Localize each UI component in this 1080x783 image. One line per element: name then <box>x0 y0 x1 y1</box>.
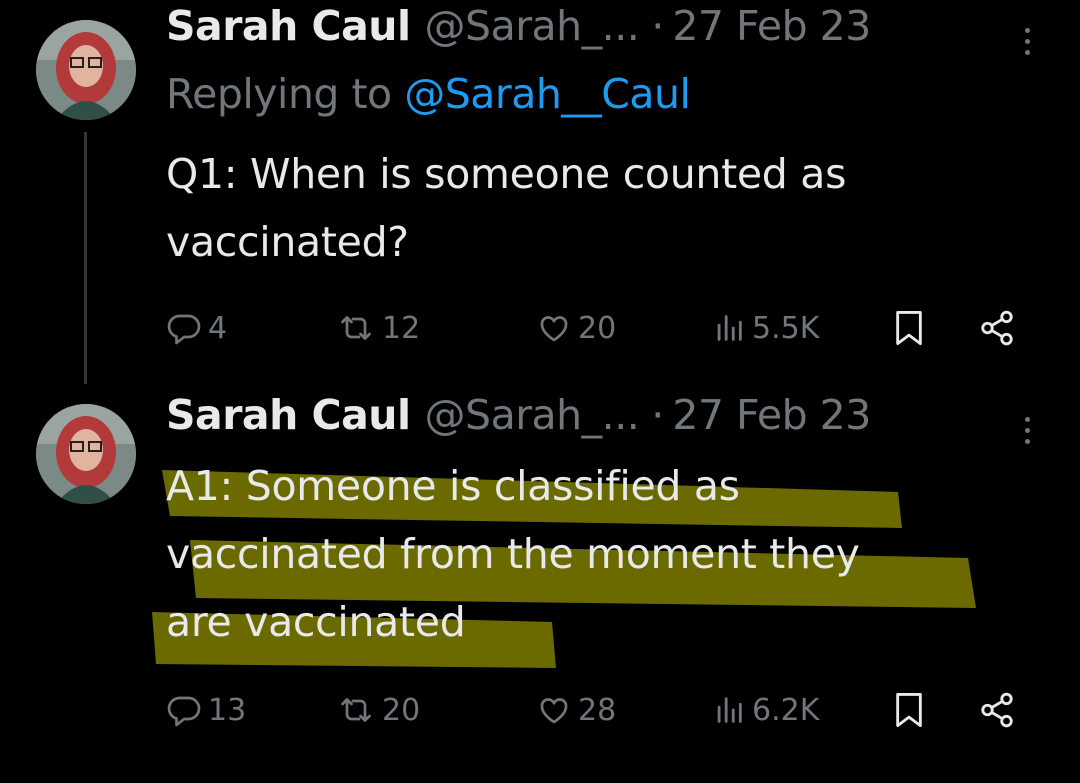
thread-connector-line <box>84 132 87 384</box>
like-button[interactable]: 28 <box>536 688 616 732</box>
tweet-date[interactable]: 27 Feb 23 <box>672 2 871 50</box>
like-count: 20 <box>578 310 617 346</box>
tweet-text: A1: Someone is classified as vaccinated … <box>166 452 1016 656</box>
retweet-button[interactable]: 12 <box>336 306 420 350</box>
author-handle[interactable]: @Sarah_... <box>425 391 640 439</box>
reply-icon <box>167 314 201 345</box>
reply-count: 4 <box>208 310 228 346</box>
share-icon <box>981 310 1013 346</box>
views-count: 5.5K <box>752 310 820 346</box>
retweet-icon <box>341 698 371 722</box>
bookmark-icon <box>896 311 922 346</box>
replying-mention-link[interactable]: @Sarah__Caul <box>404 70 691 118</box>
reply-button[interactable]: 13 <box>166 688 246 732</box>
reply-count: 13 <box>208 692 247 728</box>
views-button[interactable]: 5.5K <box>712 306 819 350</box>
retweet-icon <box>341 316 371 340</box>
tweet-actions: 13 20 28 6.2K <box>166 688 1046 732</box>
author-name[interactable]: Sarah Caul <box>166 2 411 50</box>
tweet-text-line: A1: Someone is classified as <box>166 462 740 510</box>
views-button[interactable]: 6.2K <box>712 688 819 732</box>
author-handle[interactable]: @Sarah_... <box>425 2 640 50</box>
retweet-button[interactable]: 20 <box>336 688 420 732</box>
tweet-header: Sarah Caul @Sarah_... · 27 Feb 23 <box>166 391 871 451</box>
replying-to: Replying to @Sarah__Caul <box>166 70 691 118</box>
tweet-text-line: vaccinated from the moment they <box>166 530 860 578</box>
like-count: 28 <box>578 692 617 728</box>
share-icon <box>981 692 1013 728</box>
tweet-text: Q1: When is someone counted as vaccinate… <box>166 140 1016 276</box>
tweet-text-line: are vaccinated <box>166 598 466 646</box>
reply-icon <box>167 696 201 727</box>
avatar[interactable] <box>36 20 136 120</box>
like-icon <box>540 698 568 724</box>
more-icon[interactable] <box>1016 22 1040 62</box>
views-icon <box>717 315 742 341</box>
separator-dot: · <box>651 2 665 50</box>
bookmark-icon <box>896 693 922 727</box>
bookmark-button[interactable] <box>892 306 926 350</box>
avatar[interactable] <box>36 404 136 504</box>
like-button[interactable]: 20 <box>536 306 616 350</box>
more-icon[interactable] <box>1016 411 1040 451</box>
reply-button[interactable]: 4 <box>166 306 227 350</box>
like-icon <box>540 316 568 342</box>
tweet-date[interactable]: 27 Feb 23 <box>672 391 871 439</box>
tweet-header: Sarah Caul @Sarah_... · 27 Feb 23 <box>166 2 871 62</box>
views-icon <box>717 697 742 723</box>
author-name[interactable]: Sarah Caul <box>166 391 411 439</box>
share-button[interactable] <box>978 688 1016 732</box>
share-button[interactable] <box>978 306 1016 350</box>
tweet-actions: 4 12 20 5.5K <box>166 306 1046 350</box>
tweet-text-line: Q1: When is someone counted as <box>166 150 847 198</box>
replying-prefix: Replying to <box>166 70 405 118</box>
separator-dot: · <box>651 391 665 439</box>
tweet-text-line: vaccinated? <box>166 218 409 266</box>
bookmark-button[interactable] <box>892 688 926 732</box>
retweet-count: 12 <box>382 310 421 346</box>
views-count: 6.2K <box>752 692 820 728</box>
retweet-count: 20 <box>382 692 421 728</box>
